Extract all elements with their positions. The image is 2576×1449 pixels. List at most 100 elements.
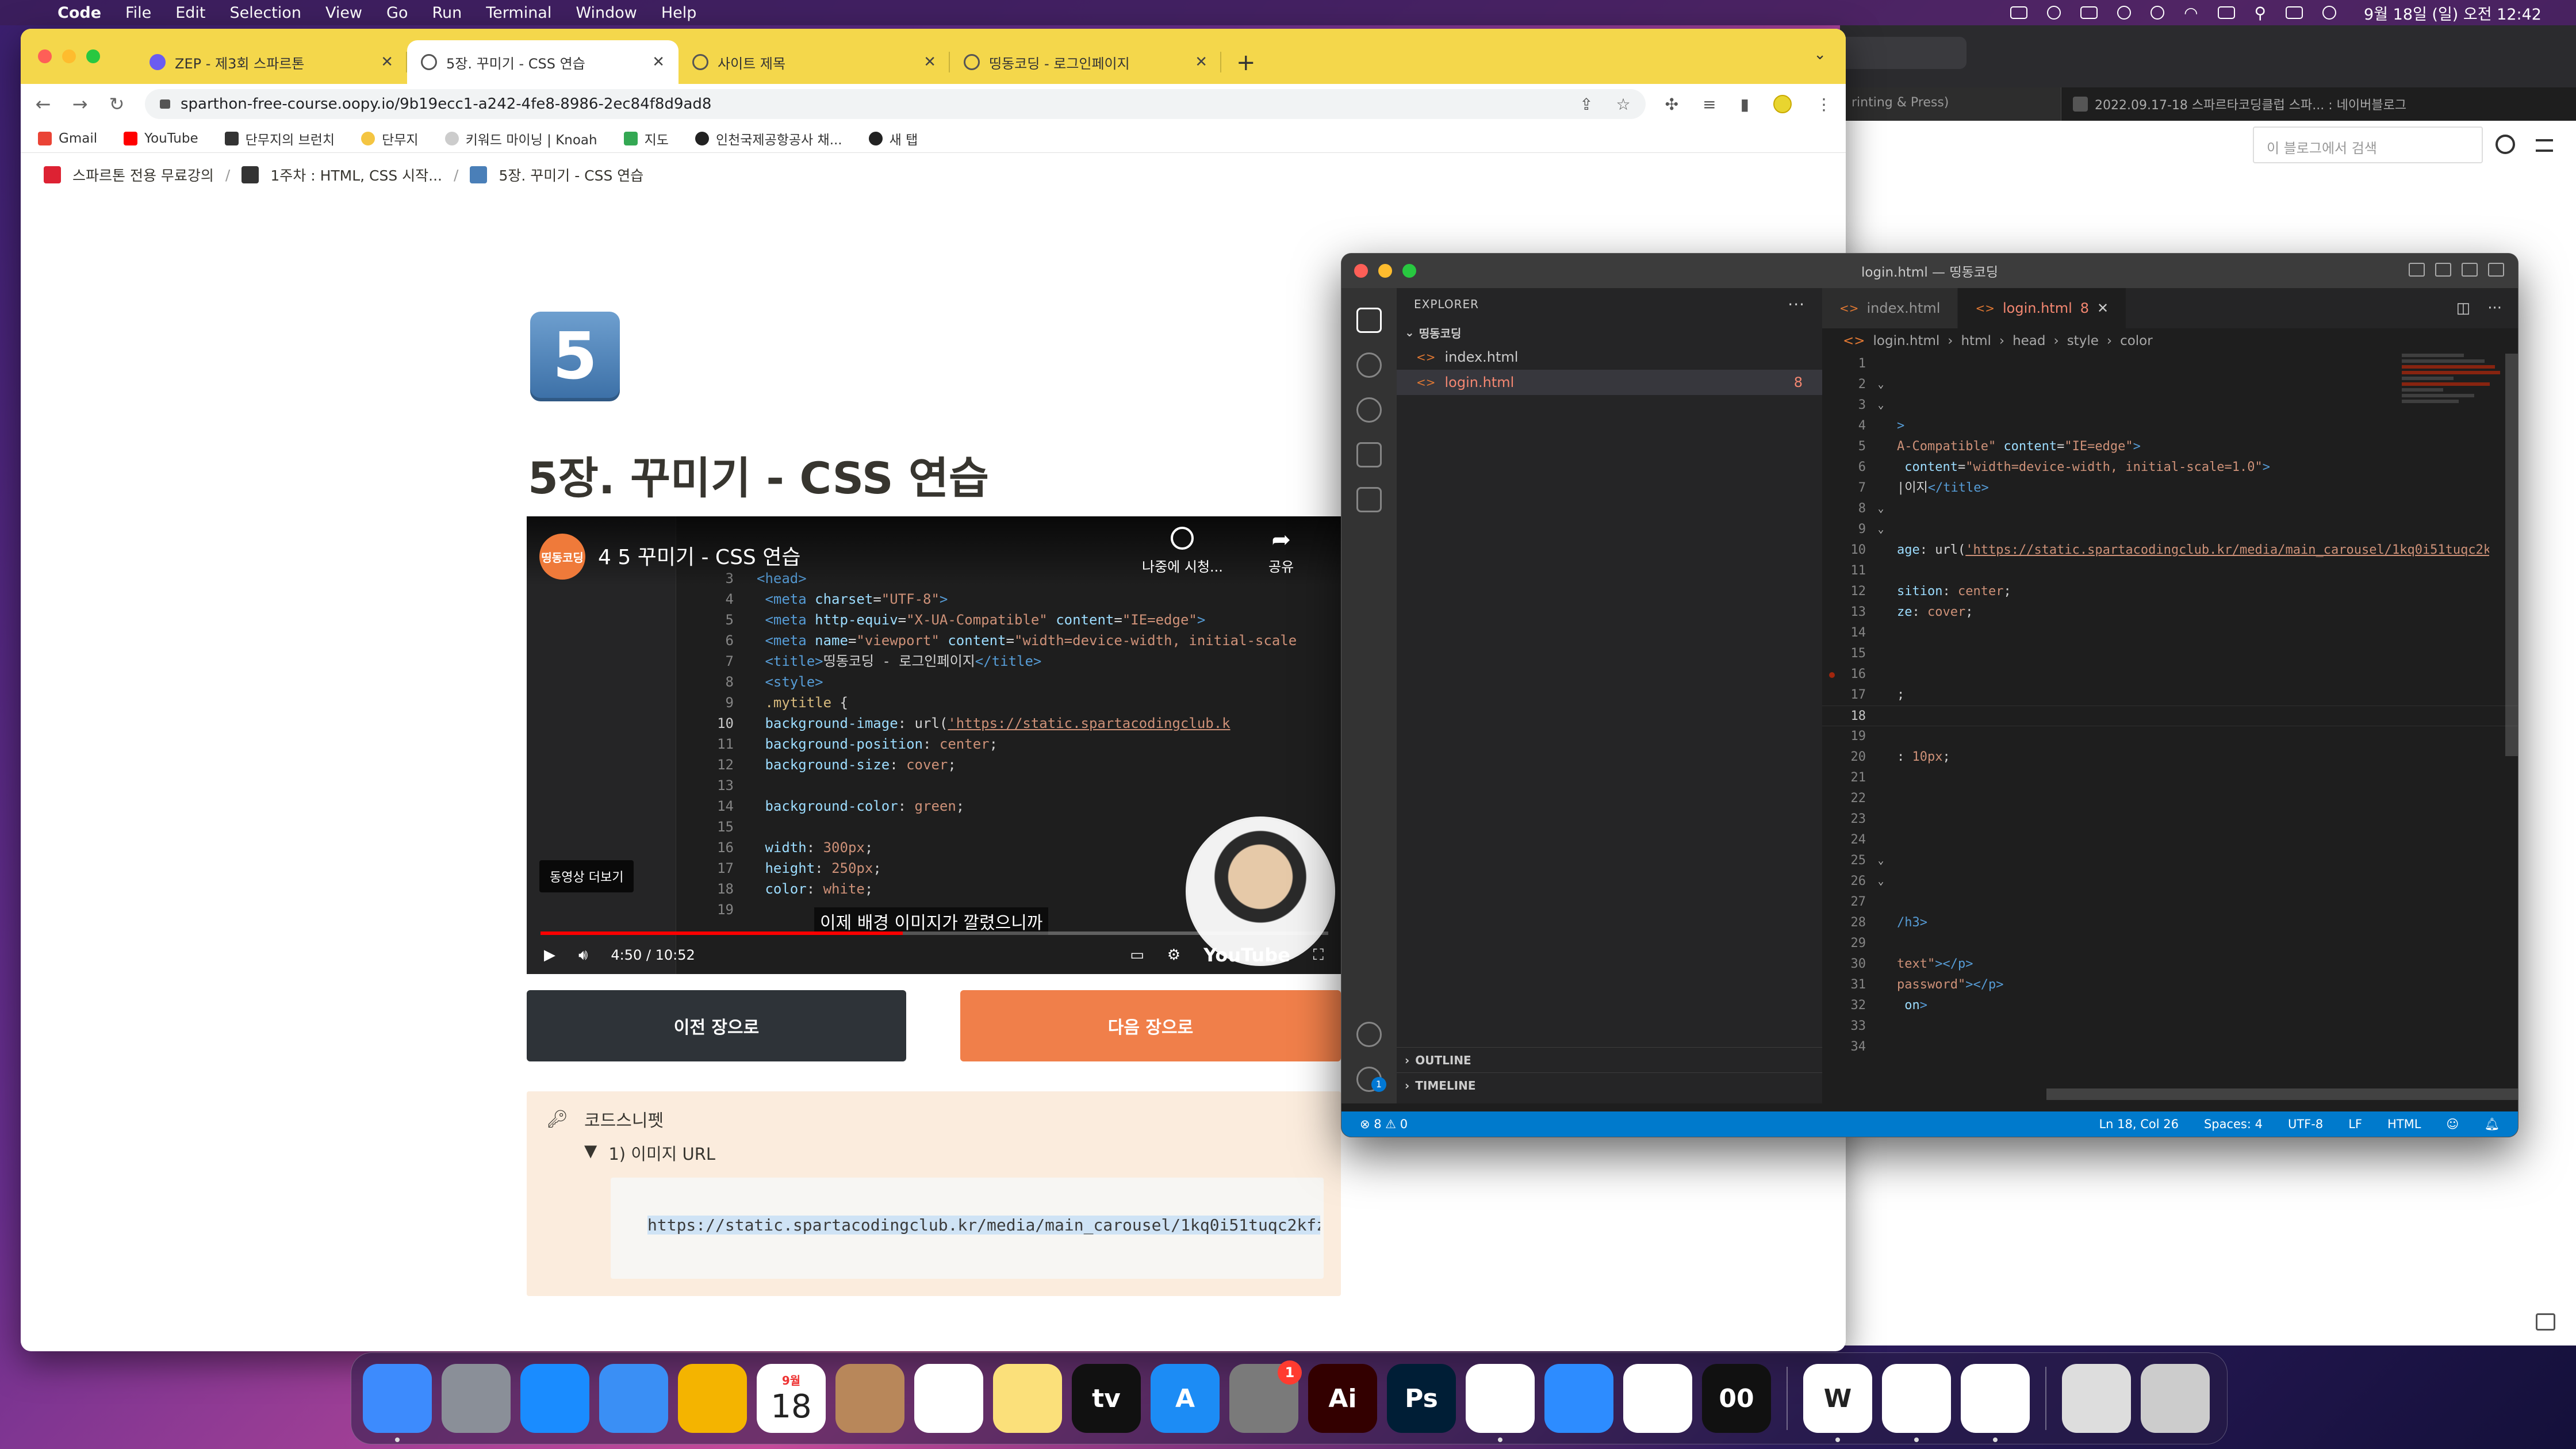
dock-finder-icon[interactable]: [363, 1364, 432, 1442]
breakpoint-dot[interactable]: [1829, 672, 1835, 678]
dock-launchpad-icon[interactable]: [442, 1364, 511, 1433]
breadcrumb-item[interactable]: 5장. 꾸미기 - CSS 연습: [499, 164, 643, 185]
code-line[interactable]: 19: [1822, 726, 2518, 747]
control-center-icon[interactable]: [2286, 6, 2303, 19]
breadcrumb-item[interactable]: 스파르톤 전용 무료강의: [72, 164, 214, 185]
bookmark-airport[interactable]: 인천국제공항공사 채...: [695, 129, 842, 148]
notifications-bell-icon[interactable]: 🔔︎: [2484, 1117, 2500, 1132]
code-line[interactable]: 33: [1822, 1016, 2518, 1037]
source-control-icon[interactable]: [1356, 397, 1382, 423]
code-line[interactable]: 29: [1822, 933, 2518, 954]
video-progress-bar[interactable]: [540, 931, 1328, 935]
breadcrumb-item[interactable]: 1주차 : HTML, CSS 시작...: [270, 164, 442, 185]
previous-chapter-button[interactable]: 이전 장으로: [527, 990, 906, 1061]
close-window-button[interactable]: [38, 49, 52, 63]
code-line[interactable]: 14: [1822, 623, 2518, 643]
dock-reminders-icon[interactable]: [914, 1364, 983, 1433]
minimap[interactable]: [2402, 354, 2505, 469]
screen-mirror-icon[interactable]: [2080, 6, 2098, 19]
bookmark-brunch[interactable]: 단무지의 브런치: [224, 129, 335, 148]
forward-arrow-icon[interactable]: →: [71, 93, 89, 115]
dock-zoom-icon[interactable]: [1544, 1364, 1613, 1433]
tab-site-title[interactable]: 사이트 제목 ✕: [678, 40, 950, 84]
siri-icon[interactable]: [2322, 6, 2337, 20]
reload-icon[interactable]: ↻: [108, 93, 125, 115]
breadcrumb-item[interactable]: style: [2067, 334, 2099, 348]
spotlight-search-icon[interactable]: ⚲: [2255, 3, 2267, 22]
zoom-window-button[interactable]: [1402, 264, 1416, 278]
code-line[interactable]: 21: [1822, 768, 2518, 788]
fold-chevron-icon[interactable]: ⌄: [1870, 871, 1891, 892]
extensions-icon[interactable]: [1356, 487, 1382, 512]
code-line[interactable]: 32 on>: [1822, 995, 2518, 1016]
back-arrow-icon[interactable]: ←: [34, 93, 52, 115]
fullscreen-icon[interactable]: ⛶: [1313, 946, 1324, 964]
more-videos-button[interactable]: 동영상 더보기: [539, 860, 634, 892]
bookmark-danmuji[interactable]: 단무지: [361, 129, 419, 148]
bookmark-maps[interactable]: 지도: [623, 129, 669, 148]
dock-chrome-icon[interactable]: [1466, 1364, 1535, 1442]
close-tab-icon[interactable]: ✕: [381, 53, 393, 71]
minimize-window-button[interactable]: [62, 49, 76, 63]
next-chapter-button[interactable]: 다음 장으로: [960, 990, 1341, 1061]
code-line[interactable]: 7 |이지</title>: [1822, 478, 2518, 499]
background-address-bar[interactable]: [1840, 37, 1966, 69]
dock-mail-icon[interactable]: [599, 1364, 668, 1433]
dock-system-preferences-icon[interactable]: 1: [1229, 1360, 1302, 1433]
code-line[interactable]: 34: [1822, 1037, 2518, 1057]
channel-logo[interactable]: 띵동코딩: [539, 534, 585, 580]
run-debug-icon[interactable]: [1356, 442, 1382, 467]
dock-whale-icon[interactable]: W: [1803, 1364, 1872, 1442]
captions-icon[interactable]: ▭: [1130, 946, 1144, 964]
address-bar[interactable]: sparthon-free-course.oopy.io/9b19ecc1-a2…: [145, 89, 1646, 119]
feedback-icon[interactable]: ☺: [2446, 1117, 2459, 1131]
code-line[interactable]: 8 ⌄: [1822, 499, 2518, 519]
horizontal-scrollbar[interactable]: [2046, 1088, 2518, 1100]
dock-illustrator-icon[interactable]: Ai: [1308, 1364, 1377, 1433]
menu-go[interactable]: Go: [386, 4, 408, 22]
dock-trash-icon[interactable]: [2141, 1364, 2210, 1433]
close-tab-icon[interactable]: ✕: [923, 53, 936, 71]
code-line[interactable]: 18: [1822, 706, 2518, 726]
dock-downloads-icon[interactable]: [2062, 1364, 2131, 1433]
code-line[interactable]: 24: [1822, 830, 2518, 850]
code-line[interactable]: 17;: [1822, 685, 2518, 706]
youtube-logo[interactable]: YouTube: [1203, 944, 1290, 966]
tab-login-page[interactable]: 띵동코딩 - 로그인페이지 ✕: [950, 40, 1221, 84]
bookmark-star-icon[interactable]: ☆: [1616, 95, 1631, 114]
input-source-icon[interactable]: [2217, 6, 2235, 19]
share-icon[interactable]: [2536, 1313, 2555, 1331]
dock-apple-tv-icon[interactable]: tv: [1072, 1364, 1141, 1433]
breadcrumb-item[interactable]: color: [2120, 334, 2153, 348]
dock-calendar-icon[interactable]: 9월 18: [757, 1364, 826, 1433]
dock-capcut-icon[interactable]: [1623, 1364, 1692, 1433]
eol-status[interactable]: LF: [2348, 1117, 2362, 1131]
accounts-icon[interactable]: [1356, 1022, 1382, 1047]
image-url-toggle[interactable]: ▼ 1) 이미지 URL: [584, 1141, 715, 1165]
indentation-status[interactable]: Spaces: 4: [2204, 1117, 2263, 1131]
encoding-status[interactable]: UTF-8: [2288, 1117, 2323, 1131]
breadcrumb-item[interactable]: login.html: [1873, 334, 1940, 348]
code-line[interactable]: 30 text"></p>: [1822, 954, 2518, 975]
background-tab-1[interactable]: rinting & Press): [1840, 87, 2061, 121]
code-line[interactable]: 28/h3>: [1822, 913, 2518, 933]
extensions-puzzle-icon[interactable]: ✣: [1665, 95, 1678, 114]
bookmark-new-tab[interactable]: 새 탭: [868, 129, 918, 148]
zoom-window-button[interactable]: [86, 49, 100, 63]
dock-contacts-icon[interactable]: [835, 1364, 904, 1433]
menu-run[interactable]: Run: [432, 4, 462, 22]
explorer-files-icon[interactable]: [1356, 308, 1382, 333]
workspace-folder[interactable]: ⌄ 띵동코딩: [1397, 320, 1822, 344]
menu-edit[interactable]: Edit: [175, 4, 205, 22]
menu-terminal[interactable]: Terminal: [486, 4, 551, 22]
tab-css-practice[interactable]: 5장. 꾸미기 - CSS 연습 ✕: [407, 40, 678, 84]
share-page-icon[interactable]: ⇪: [1580, 95, 1593, 114]
fold-chevron-icon[interactable]: ⌄: [1870, 395, 1891, 416]
toggle-sidebar-icon[interactable]: [2409, 263, 2425, 277]
side-panel-icon[interactable]: ▮: [1741, 95, 1749, 114]
dock-notes-icon[interactable]: [993, 1364, 1062, 1433]
menu-help[interactable]: Help: [661, 4, 697, 22]
close-tab-icon[interactable]: ✕: [652, 53, 665, 71]
customize-layout-icon[interactable]: [2488, 263, 2504, 277]
fold-chevron-icon[interactable]: ⌄: [1870, 850, 1891, 871]
